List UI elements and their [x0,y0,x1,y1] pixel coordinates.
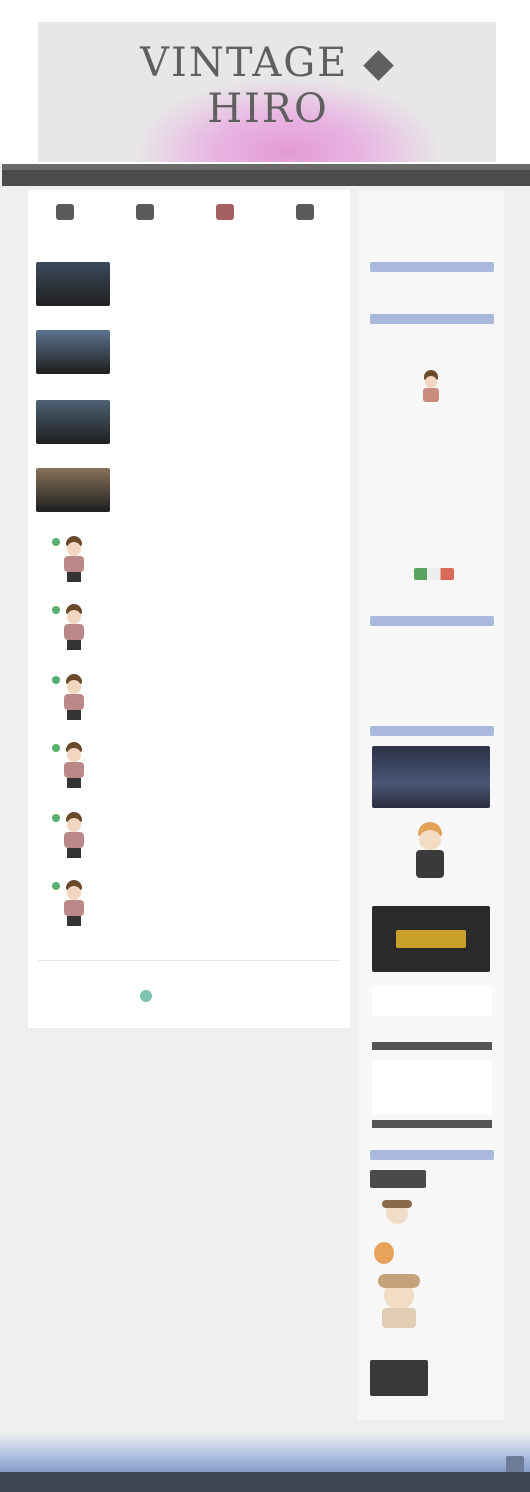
sidebar-widget-heading-5 [370,1150,494,1160]
new-badge-icon [52,744,60,752]
sidebar-widget-heading-1 [370,262,494,272]
site-header: VINTAGE ◆ HIRO [0,14,530,164]
avatar-body [64,556,84,572]
post-avatar-figure[interactable] [52,536,88,582]
sidebar-thumb-2[interactable] [372,1200,422,1230]
sidebar-thumb-3[interactable] [374,1242,394,1264]
profile-text [372,436,492,536]
main-content [28,190,350,1028]
post-avatar-figure[interactable] [52,674,88,720]
category-icon-4[interactable] [296,204,314,220]
post-thumbnail[interactable] [36,468,110,512]
new-badge-icon [52,814,60,822]
sidebar-thumb-1[interactable] [370,1170,426,1188]
sidebar-character-image[interactable] [410,822,450,888]
new-badge-icon [52,538,60,546]
pager-divider [38,960,340,961]
footer-bar [0,1472,530,1492]
category-icon-2[interactable] [136,204,154,220]
post-item[interactable] [36,468,342,530]
avatar-body [64,900,84,916]
avatar-face [67,818,81,832]
sidebar-thumb-5[interactable] [370,1360,428,1396]
avatar-face [67,680,81,694]
post-item[interactable] [36,604,342,666]
avatar-legs [67,778,81,788]
post-thumbnail[interactable] [36,330,110,374]
sidebar-dark-heading-2 [372,1120,492,1128]
avatar-legs [67,640,81,650]
new-badge-icon [52,882,60,890]
post-item[interactable] [36,262,342,324]
sidebar-banner-night[interactable] [372,746,490,808]
category-icon-3[interactable] [216,204,234,220]
new-badge-icon [52,676,60,684]
sidebar-widget-heading-4 [370,726,494,736]
avatar-legs [67,710,81,720]
post-avatar-figure[interactable] [52,812,88,858]
sidebar-thumb-4[interactable] [370,1270,428,1332]
post-item[interactable] [36,400,342,462]
navbar-highlight [2,164,530,170]
new-badge-icon [52,606,60,614]
avatar-legs [67,916,81,926]
avatar-face [67,748,81,762]
post-item[interactable] [36,674,342,736]
avatar-legs [67,572,81,582]
avatar-face [67,886,81,900]
avatar-body [64,624,84,640]
post-avatar-figure[interactable] [52,880,88,926]
global-navbar[interactable] [2,164,530,186]
avatar-body [64,832,84,848]
post-item[interactable] [36,742,342,804]
post-thumbnail[interactable] [36,262,110,306]
sidebar-dark-heading-1 [372,1042,492,1050]
post-avatar-figure[interactable] [52,604,88,650]
post-item[interactable] [36,330,342,392]
avatar-face [67,542,81,556]
post-item[interactable] [36,880,342,942]
site-footer [0,1432,530,1492]
post-item[interactable] [36,536,342,598]
top-link[interactable] [205,2,325,8]
sidebar-widget-heading-2 [370,314,494,324]
profile-avatar[interactable] [418,370,444,404]
sidebar-widget-heading-3 [370,616,494,626]
category-icon-row [28,196,350,236]
site-logo[interactable]: VINTAGE ◆ HIRO [78,40,458,132]
pager-icon[interactable] [140,990,152,1002]
avatar-legs [67,848,81,858]
pagination [28,960,350,1010]
category-icon-1[interactable] [56,204,74,220]
sidebar-link-list[interactable] [372,636,492,706]
sidebar-widget-1-body [372,286,492,296]
header-banner[interactable]: VINTAGE ◆ HIRO [38,22,496,162]
post-thumbnail[interactable] [36,400,110,444]
post-avatar-figure[interactable] [52,742,88,788]
avatar-body [64,694,84,710]
avatar-face [67,610,81,624]
sidebar-blank-box [372,986,492,1016]
avatar-body [64,762,84,778]
sidebar [358,190,504,1420]
post-item[interactable] [36,812,342,874]
sidebar-banner-gold[interactable] [372,906,490,972]
top-strip [0,0,530,14]
sidebar-search-box[interactable] [372,1060,492,1114]
flag-icon[interactable] [414,568,454,580]
